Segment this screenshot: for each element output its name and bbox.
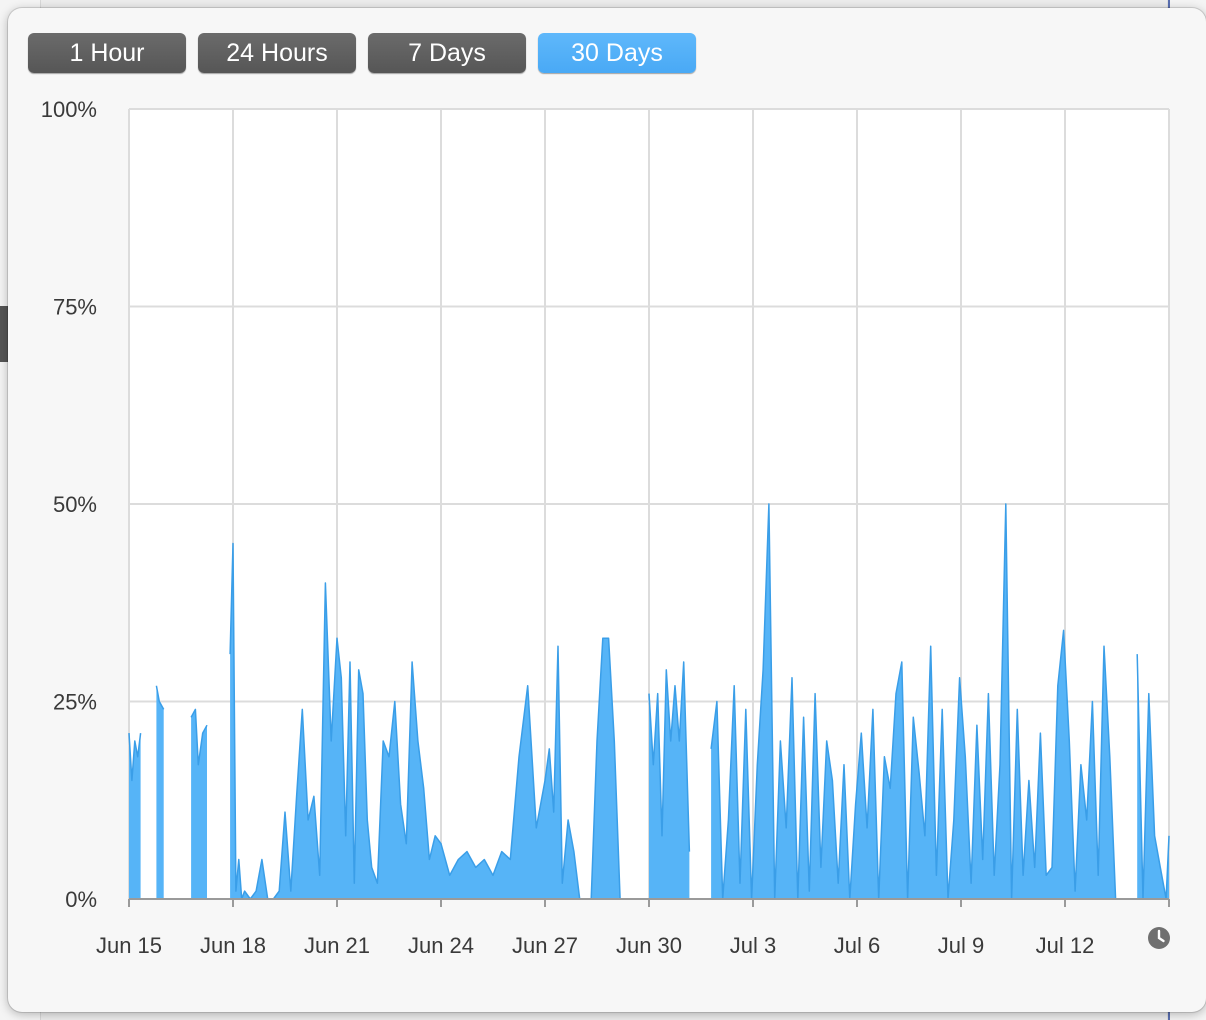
x-tick-label: Jun 18 xyxy=(200,933,266,958)
x-tick-label: Jul 3 xyxy=(730,933,776,958)
y-tick-label: 75% xyxy=(53,295,97,320)
x-tick-label: Jul 9 xyxy=(938,933,984,958)
x-tick-labels: Jun 15 Jun 18 Jun 21 Jun 24 Jun 27 Jun 30 Jul … xyxy=(96,933,1094,958)
axes xyxy=(128,898,1170,907)
y-tick-label: 100% xyxy=(41,97,97,122)
series-area-segment xyxy=(156,685,164,899)
usage-chart: 0% 25% 50% 75% 100% Jun 15 Jun 18 Jun 21 Jun 24… xyxy=(41,97,1170,958)
x-tick-label: Jul 6 xyxy=(834,933,880,958)
x-tick-label: Jun 15 xyxy=(96,933,162,958)
x-tick-label: Jun 21 xyxy=(304,933,370,958)
y-tick-label: 25% xyxy=(53,690,97,715)
y-tick-label: 0% xyxy=(65,887,97,912)
y-tick-label: 50% xyxy=(53,492,97,517)
y-tick-labels: 0% 25% 50% 75% 100% xyxy=(41,97,97,912)
x-tick-label: Jun 24 xyxy=(408,933,474,958)
x-tick-label: Jul 12 xyxy=(1036,933,1095,958)
clock-icon[interactable] xyxy=(1147,926,1171,950)
x-tick-label: Jun 30 xyxy=(616,933,682,958)
x-tick-label: Jun 27 xyxy=(512,933,578,958)
